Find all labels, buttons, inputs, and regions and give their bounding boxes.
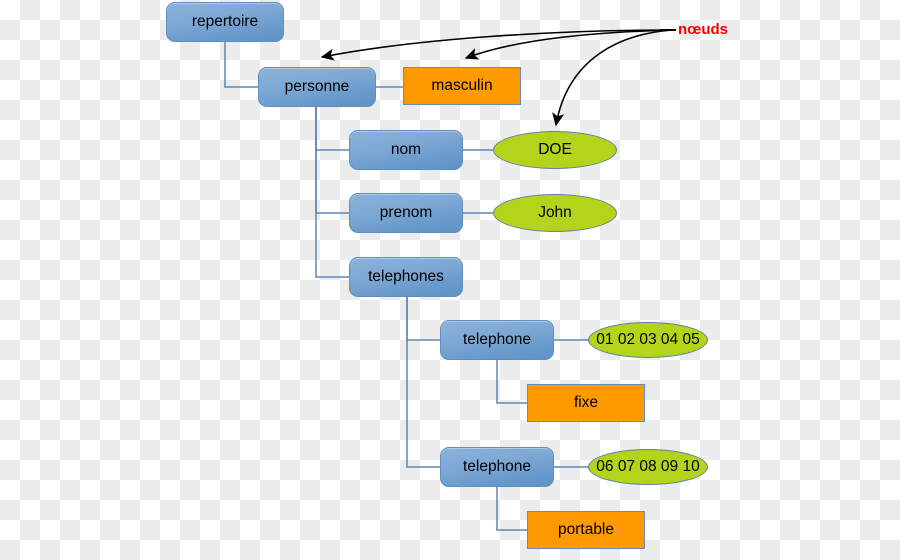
edge-telephone2-to-portable xyxy=(496,487,527,531)
pointer-arrow-to-personne xyxy=(320,29,673,61)
node-label: portable xyxy=(557,521,614,539)
node-telephone2[interactable]: telephone xyxy=(440,447,554,487)
node-label: personne xyxy=(284,78,350,96)
edge-personne-to-prenom xyxy=(315,107,349,214)
node-label: prenom xyxy=(379,204,433,222)
node-label: 01 02 03 04 05 xyxy=(596,331,700,349)
node-label: telephone xyxy=(462,458,532,476)
node-label: nom xyxy=(390,141,422,159)
diagram-canvas: repertoire personne masculin nom DOE prenom Jo… xyxy=(0,0,900,560)
edge-repertoire-to-personne xyxy=(224,42,258,88)
node-phone1[interactable]: 01 02 03 04 05 xyxy=(588,322,708,358)
node-telephone1[interactable]: telephone xyxy=(440,320,554,360)
node-portable[interactable]: portable xyxy=(527,511,645,549)
node-doe[interactable]: DOE xyxy=(493,131,617,169)
edge-telephones-to-telephone2 xyxy=(406,297,440,468)
node-label: telephones xyxy=(368,268,444,286)
node-label: fixe xyxy=(573,394,599,412)
node-label: DOE xyxy=(538,141,572,159)
edge-personne-to-nom xyxy=(315,107,349,151)
node-label: John xyxy=(538,204,572,222)
node-label: repertoire xyxy=(191,13,259,31)
node-repertoire[interactable]: repertoire xyxy=(166,2,284,42)
node-masculin[interactable]: masculin xyxy=(403,67,521,105)
node-label: 06 07 08 09 10 xyxy=(596,458,700,476)
node-fixe[interactable]: fixe xyxy=(527,384,645,422)
node-prenom[interactable]: prenom xyxy=(349,193,463,233)
edge-telephone1-to-fixe xyxy=(496,360,527,404)
node-label: masculin xyxy=(431,77,493,95)
node-phone2[interactable]: 06 07 08 09 10 xyxy=(588,449,708,485)
node-telephones[interactable]: telephones xyxy=(349,257,463,297)
edge-telephones-to-telephone1 xyxy=(406,297,440,341)
annotation-label-noeuds: nœuds xyxy=(678,21,728,38)
node-nom[interactable]: nom xyxy=(349,130,463,170)
edge-personne-to-telephones xyxy=(315,107,349,278)
node-personne[interactable]: personne xyxy=(258,67,376,107)
node-label: telephone xyxy=(462,331,532,349)
pointer-arrow-to-doe xyxy=(552,29,673,127)
pointer-arrow-to-masculin xyxy=(464,29,673,60)
node-john[interactable]: John xyxy=(493,194,617,232)
